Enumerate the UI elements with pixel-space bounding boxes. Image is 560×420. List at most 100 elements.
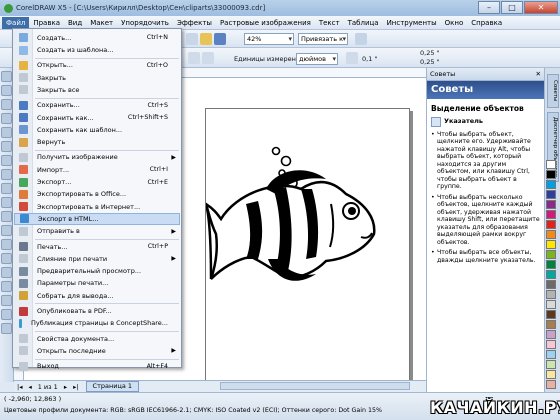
file-menu-item[interactable]: Опубликовать в PDF... <box>14 305 180 317</box>
color-swatch[interactable] <box>546 340 556 349</box>
color-swatch[interactable] <box>546 370 556 379</box>
dimension-tool-icon[interactable] <box>1 239 12 250</box>
menu-7[interactable]: Текст <box>315 17 344 29</box>
file-menu-item[interactable]: Создать из шаблона... <box>14 44 180 56</box>
paper-type-icon[interactable] <box>188 52 200 64</box>
eyedropper-icon[interactable] <box>1 281 12 292</box>
open-icon[interactable] <box>200 33 212 45</box>
file-menu-item[interactable]: Отправить в ▶ <box>14 226 180 238</box>
file-menu-item[interactable]: Получить изображение ▶ <box>14 152 180 164</box>
rectangle-tool-icon[interactable] <box>1 155 12 166</box>
color-swatch[interactable] <box>546 350 556 359</box>
app-launcher-icon[interactable] <box>355 33 367 45</box>
freehand-tool-icon[interactable] <box>1 127 12 138</box>
color-swatch[interactable] <box>546 310 556 319</box>
fish-clipart[interactable] <box>203 109 409 392</box>
file-menu-item[interactable]: Экспортировать в Интернет... <box>14 201 180 213</box>
maximize-button[interactable]: □ <box>501 1 523 14</box>
file-menu-item[interactable]: Экспортировать в Office... <box>14 189 180 201</box>
file-menu-item[interactable]: Импорт... Ctrl+I <box>14 164 180 176</box>
zoom-tool-icon[interactable] <box>1 113 12 124</box>
color-swatch[interactable] <box>546 160 556 169</box>
first-page-button[interactable]: |◂ <box>14 383 25 391</box>
duplicate-distance-y[interactable]: 0,25 " <box>420 58 440 66</box>
file-menu-item[interactable]: Сохранить... Ctrl+S <box>14 100 180 112</box>
color-swatch[interactable] <box>546 360 556 369</box>
menu-6[interactable]: Растровые изображения <box>216 17 315 29</box>
file-menu-item[interactable]: Закрыть <box>14 72 180 84</box>
file-menu-item[interactable]: Сохранить как... Ctrl+Shift+S <box>14 112 180 124</box>
orientation-icon[interactable] <box>202 52 214 64</box>
file-menu-item[interactable]: Открыть последние ▶ <box>14 345 180 357</box>
color-swatch[interactable] <box>546 380 556 389</box>
horizontal-scrollbar[interactable] <box>220 382 410 390</box>
color-swatch[interactable] <box>546 190 556 199</box>
text-tool-icon[interactable] <box>1 211 12 222</box>
duplicate-distance-x[interactable]: 0,25 " <box>420 49 440 57</box>
file-menu-item[interactable]: Вернуть <box>14 136 180 148</box>
color-swatch[interactable] <box>546 210 556 219</box>
color-swatch[interactable] <box>546 170 556 179</box>
color-swatch[interactable] <box>546 230 556 239</box>
interactive-fill-icon[interactable] <box>1 323 12 334</box>
smart-fill-icon[interactable] <box>1 141 12 152</box>
units-combo[interactable]: дюймов <box>296 53 338 65</box>
menu-2[interactable]: Вид <box>64 17 86 29</box>
file-menu-item[interactable]: Печать... Ctrl+P <box>14 241 180 253</box>
close-button[interactable]: ✕ <box>524 1 558 14</box>
next-page-button[interactable]: ▸ <box>61 383 70 391</box>
blend-tool-icon[interactable] <box>1 267 12 278</box>
file-menu-item[interactable]: Экспорт в HTML... <box>14 213 180 225</box>
color-swatch[interactable] <box>546 180 556 189</box>
file-menu-item[interactable]: Сохранить как шаблон... <box>14 124 180 136</box>
color-swatch[interactable] <box>546 330 556 339</box>
file-menu-item[interactable]: Параметры печати... <box>14 278 180 290</box>
menu-4[interactable]: Упорядочить <box>117 17 173 29</box>
file-menu-item[interactable]: Свойства документа... <box>14 333 180 345</box>
color-swatch[interactable] <box>546 300 556 309</box>
file-menu-item[interactable]: Предварительный просмотр... <box>14 265 180 277</box>
snap-to-combo[interactable]: Привязать к <box>298 33 348 45</box>
color-swatch[interactable] <box>546 290 556 299</box>
menu-5[interactable]: Эффекты <box>173 17 216 29</box>
color-profiles[interactable]: Цветовые профили документа: RGB: sRGB IE… <box>4 407 382 414</box>
color-swatch[interactable] <box>546 260 556 269</box>
polygon-tool-icon[interactable] <box>1 183 12 194</box>
file-menu-item[interactable]: Экспорт... Ctrl+E <box>14 176 180 188</box>
file-menu-item[interactable]: Слияние при печати ▶ <box>14 253 180 265</box>
file-menu-item[interactable]: Собрать для вывода... <box>14 290 180 302</box>
menu-10[interactable]: Окно <box>441 17 468 29</box>
shape-tool-icon[interactable] <box>1 85 12 96</box>
outline-pen-icon[interactable] <box>1 295 12 306</box>
menu-11[interactable]: Справка <box>467 17 506 29</box>
file-menu-item[interactable]: Публикация страницы в ConceptShare... <box>14 318 180 330</box>
tab-hints[interactable]: Советы <box>547 74 559 108</box>
file-menu-item[interactable]: Создать... Ctrl+N <box>14 32 180 44</box>
file-menu-item[interactable]: Выход Alt+F4 <box>14 361 180 373</box>
file-menu-item[interactable]: Открыть... Ctrl+O <box>14 60 180 72</box>
new-icon[interactable] <box>186 33 198 45</box>
nudge-distance[interactable]: 0,1 " <box>362 55 377 63</box>
color-swatch[interactable] <box>546 320 556 329</box>
menu-8[interactable]: Таблица <box>344 17 383 29</box>
color-swatch[interactable] <box>546 280 556 289</box>
color-swatch[interactable] <box>546 270 556 279</box>
color-swatch[interactable] <box>546 250 556 259</box>
docker-close-icon[interactable]: ✕ <box>536 68 541 80</box>
menu-1[interactable]: Правка <box>29 17 64 29</box>
prev-page-button[interactable]: ◂ <box>25 383 34 391</box>
color-swatch[interactable] <box>546 200 556 209</box>
pick-tool-icon[interactable] <box>1 71 12 82</box>
last-page-button[interactable]: ▸| <box>70 383 81 391</box>
connector-tool-icon[interactable] <box>1 253 12 264</box>
file-menu-item[interactable]: Закрыть все <box>14 84 180 96</box>
minimize-button[interactable]: – <box>478 1 500 14</box>
document-page[interactable] <box>203 108 410 393</box>
table-tool-icon[interactable] <box>1 225 12 236</box>
save-icon[interactable] <box>214 33 226 45</box>
page-tab[interactable]: Страница 1 <box>85 381 140 392</box>
menu-0[interactable]: Файл <box>2 16 30 29</box>
crop-tool-icon[interactable] <box>1 99 12 110</box>
color-swatch[interactable] <box>546 220 556 229</box>
basic-shapes-icon[interactable] <box>1 197 12 208</box>
